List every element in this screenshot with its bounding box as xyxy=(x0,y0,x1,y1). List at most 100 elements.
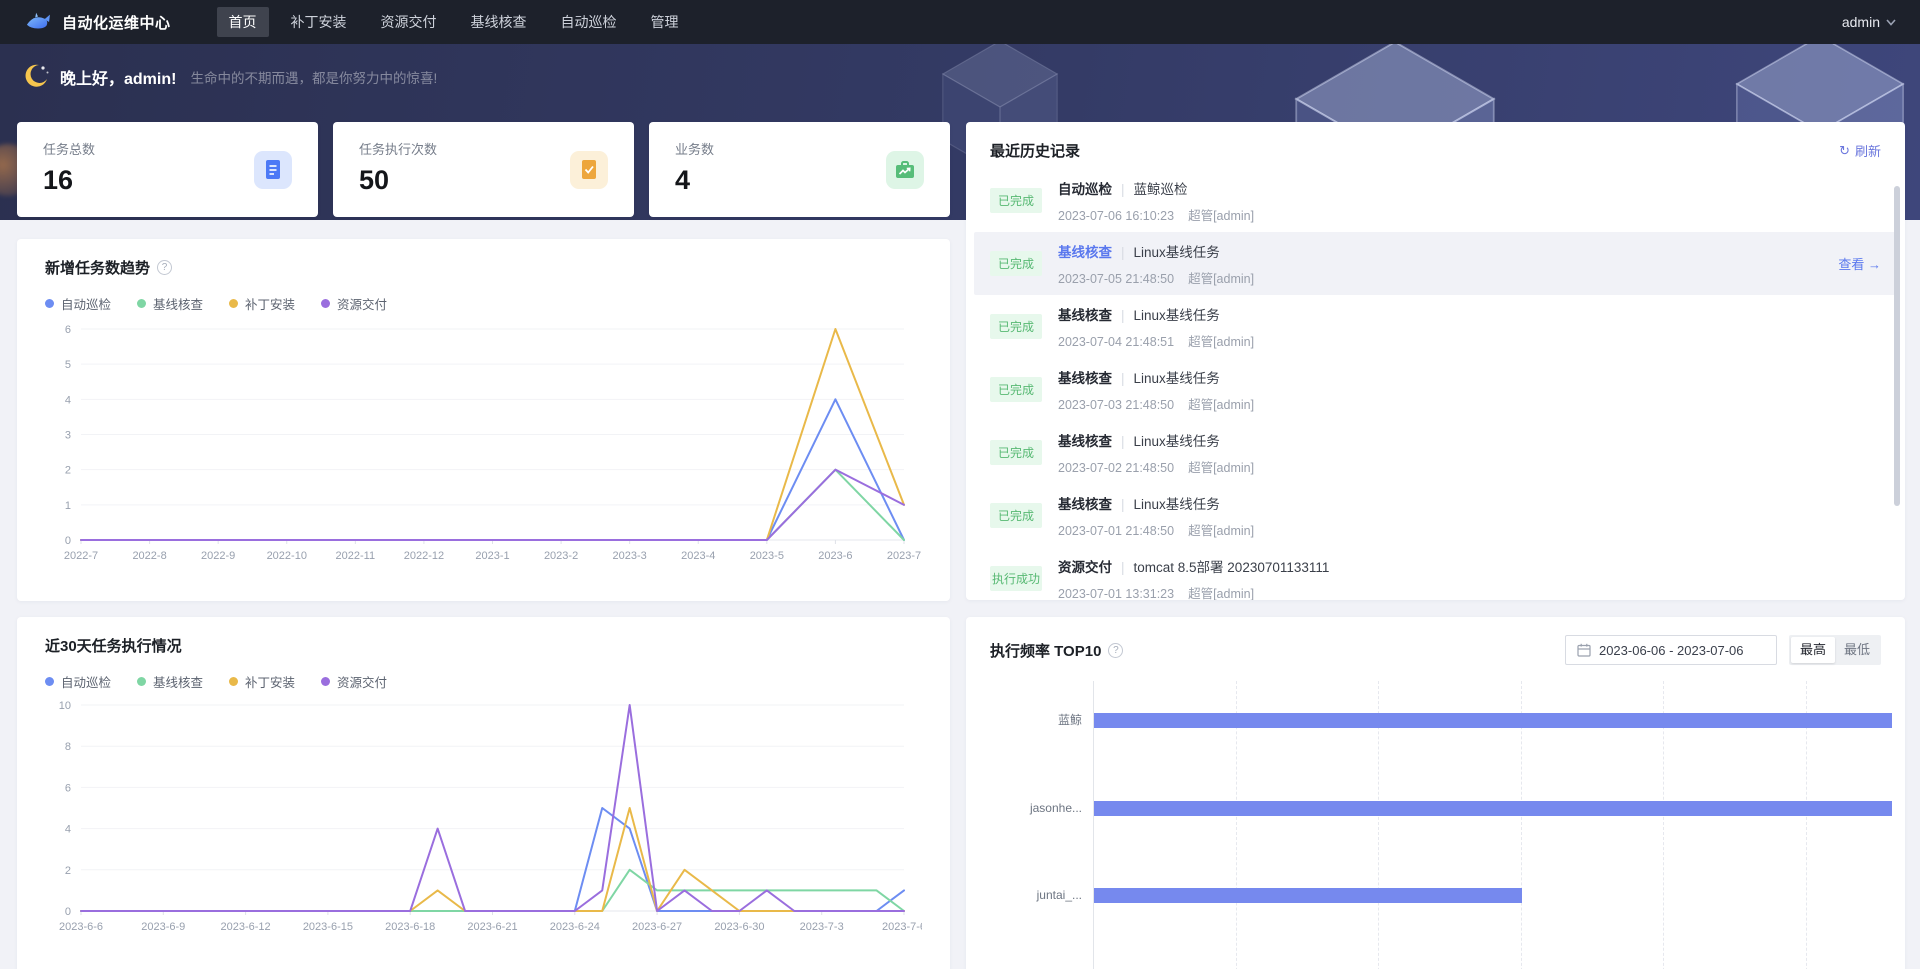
record-type[interactable]: 基线核查 xyxy=(1058,245,1112,260)
legend-item-补丁安装[interactable]: 补丁安装 xyxy=(229,672,295,691)
high-low-toggle: 最高 最低 xyxy=(1789,635,1881,665)
last30-line-chart: 02468102023-6-62023-6-92023-6-122023-6-1… xyxy=(45,697,922,947)
record-time: 2023-07-01 21:48:50 xyxy=(1058,524,1174,538)
record-name: Linux基线任务 xyxy=(1134,497,1220,512)
panel-new-task-trend: 新增任务数趋势 ? 自动巡检基线核查补丁安装资源交付 01234562022-7… xyxy=(17,239,950,601)
svg-text:0: 0 xyxy=(65,535,71,547)
panel-exec-frequency: 执行频率 TOP10 ? 2023-06-06 - 2023-07-06 最高 … xyxy=(966,617,1905,969)
legend-item-基线核查[interactable]: 基线核查 xyxy=(137,672,203,691)
divider: | xyxy=(1121,308,1125,323)
toggle-highest-button[interactable]: 最高 xyxy=(1791,637,1835,663)
record-type: 资源交付 xyxy=(1058,560,1112,575)
bar-2[interactable] xyxy=(1094,888,1522,903)
history-record-6[interactable]: 执行成功资源交付|tomcat 8.5部署 202307011331112023… xyxy=(974,547,1897,600)
record-operator: 超管[admin] xyxy=(1188,461,1254,475)
bar-1[interactable] xyxy=(1094,801,1892,816)
right-column: 最近历史记录 ↻ 刷新 已完成自动巡检|蓝鲸巡检2023-07-06 16:10… xyxy=(966,122,1905,969)
nav-menu: 首页补丁安装资源交付基线核查自动巡检管理 xyxy=(217,7,691,37)
nav-item-auto-inspection[interactable]: 自动巡检 xyxy=(549,7,629,37)
svg-text:2023-2: 2023-2 xyxy=(544,550,578,562)
history-list: 已完成自动巡检|蓝鲸巡检2023-07-06 16:10:23超管[admin]… xyxy=(990,169,1881,600)
svg-text:2023-4: 2023-4 xyxy=(681,550,715,562)
legend-dot xyxy=(229,677,238,686)
legend-item-补丁安装[interactable]: 补丁安装 xyxy=(229,294,295,313)
panel-recent-history: 最近历史记录 ↻ 刷新 已完成自动巡检|蓝鲸巡检2023-07-06 16:10… xyxy=(966,122,1905,600)
stat-card-2: 业务数4 xyxy=(649,122,950,217)
bar-0[interactable] xyxy=(1094,713,1892,728)
nav-item-home[interactable]: 首页 xyxy=(217,7,269,37)
svg-text:2022-12: 2022-12 xyxy=(404,550,444,562)
history-scrollbar[interactable] xyxy=(1894,186,1900,506)
refresh-button[interactable]: ↻ 刷新 xyxy=(1839,141,1881,160)
legend-dot xyxy=(137,299,146,308)
legend-dot xyxy=(321,677,330,686)
legend-item-自动巡检[interactable]: 自动巡检 xyxy=(45,672,111,691)
divider: | xyxy=(1121,560,1125,575)
help-icon[interactable]: ? xyxy=(1108,643,1123,658)
history-record-1[interactable]: 已完成基线核查|Linux基线任务2023-07-05 21:48:50超管[a… xyxy=(974,232,1897,295)
record-body: 资源交付|tomcat 8.5部署 202307011331112023-07-… xyxy=(1058,556,1329,601)
legend-dot xyxy=(321,299,330,308)
status-badge: 已完成 xyxy=(990,251,1042,276)
record-operator: 超管[admin] xyxy=(1188,524,1254,538)
nav-item-patch-install[interactable]: 补丁安装 xyxy=(279,7,359,37)
legend-item-基线核查[interactable]: 基线核查 xyxy=(137,294,203,313)
panel-title-history: 最近历史记录 xyxy=(990,140,1080,161)
nav-item-admin[interactable]: 管理 xyxy=(639,7,691,37)
svg-text:2023-7-6: 2023-7-6 xyxy=(882,921,922,933)
legend-dot xyxy=(45,677,54,686)
chevron-down-icon xyxy=(1886,19,1896,26)
record-time: 2023-07-06 16:10:23 xyxy=(1058,209,1174,223)
nav-item-baseline-check[interactable]: 基线核查 xyxy=(459,7,539,37)
nav-item-resource-delivery[interactable]: 资源交付 xyxy=(369,7,449,37)
divider: | xyxy=(1121,497,1125,512)
history-record-5[interactable]: 已完成基线核查|Linux基线任务2023-07-01 21:48:50超管[a… xyxy=(974,484,1897,547)
record-body: 基线核查|Linux基线任务2023-07-04 21:48:51超管[admi… xyxy=(1058,304,1254,350)
record-name: Linux基线任务 xyxy=(1134,308,1220,323)
legend-item-资源交付[interactable]: 资源交付 xyxy=(321,672,387,691)
svg-text:2023-6-15: 2023-6-15 xyxy=(303,921,353,933)
svg-text:2023-6-30: 2023-6-30 xyxy=(714,921,764,933)
svg-text:2023-7: 2023-7 xyxy=(887,550,921,562)
status-badge: 已完成 xyxy=(990,440,1042,465)
briefcase-trend-icon xyxy=(886,151,924,189)
toggle-lowest-button[interactable]: 最低 xyxy=(1835,637,1879,663)
svg-text:2023-6-21: 2023-6-21 xyxy=(467,921,517,933)
svg-text:8: 8 xyxy=(65,741,71,753)
legend-item-自动巡检[interactable]: 自动巡检 xyxy=(45,294,111,313)
bar-label-1: jasonhe... xyxy=(990,801,1082,816)
greeting-quote: 生命中的不期而遇，都是你努力中的惊喜! xyxy=(190,67,437,87)
bar-label-2: juntai_... xyxy=(990,888,1082,903)
date-range-picker[interactable]: 2023-06-06 - 2023-07-06 xyxy=(1565,635,1777,665)
history-record-0[interactable]: 已完成自动巡检|蓝鲸巡检2023-07-06 16:10:23超管[admin] xyxy=(974,169,1897,232)
legend-item-资源交付[interactable]: 资源交付 xyxy=(321,294,387,313)
help-icon[interactable]: ? xyxy=(157,260,172,275)
svg-text:2023-6-18: 2023-6-18 xyxy=(385,921,435,933)
record-operator: 超管[admin] xyxy=(1188,272,1254,286)
record-body: 基线核查|Linux基线任务2023-07-02 21:48:50超管[admi… xyxy=(1058,430,1254,476)
svg-text:2023-6: 2023-6 xyxy=(818,550,852,562)
history-record-3[interactable]: 已完成基线核查|Linux基线任务2023-07-03 21:48:50超管[a… xyxy=(974,358,1897,421)
svg-text:4: 4 xyxy=(65,394,71,406)
status-badge: 已完成 xyxy=(990,188,1042,213)
divider: | xyxy=(1121,371,1125,386)
record-time: 2023-07-03 21:48:50 xyxy=(1058,398,1174,412)
svg-text:2023-3: 2023-3 xyxy=(613,550,647,562)
calendar-icon xyxy=(1577,643,1591,657)
view-link[interactable]: 查看 → xyxy=(1838,254,1881,273)
trend-line-chart: 01234562022-72022-82022-92022-102022-112… xyxy=(45,319,922,574)
svg-text:2: 2 xyxy=(65,865,71,877)
date-range-value: 2023-06-06 - 2023-07-06 xyxy=(1599,643,1744,658)
last30-chart-legend: 自动巡检 基线核查 补丁安装 资源交付 xyxy=(45,672,922,691)
record-body: 基线核查|Linux基线任务2023-07-05 21:48:50超管[admi… xyxy=(1058,241,1254,287)
panel-title-top10: 执行频率 TOP10 xyxy=(990,640,1101,661)
record-body: 基线核查|Linux基线任务2023-07-01 21:48:50超管[admi… xyxy=(1058,493,1254,539)
history-record-2[interactable]: 已完成基线核查|Linux基线任务2023-07-04 21:48:51超管[a… xyxy=(974,295,1897,358)
divider: | xyxy=(1121,434,1125,449)
record-name: Linux基线任务 xyxy=(1134,434,1220,449)
legend-dot xyxy=(45,299,54,308)
username: admin xyxy=(1842,14,1880,30)
user-menu[interactable]: admin xyxy=(1842,14,1896,30)
history-record-4[interactable]: 已完成基线核查|Linux基线任务2023-07-02 21:48:50超管[a… xyxy=(974,421,1897,484)
record-type: 基线核查 xyxy=(1058,371,1112,386)
